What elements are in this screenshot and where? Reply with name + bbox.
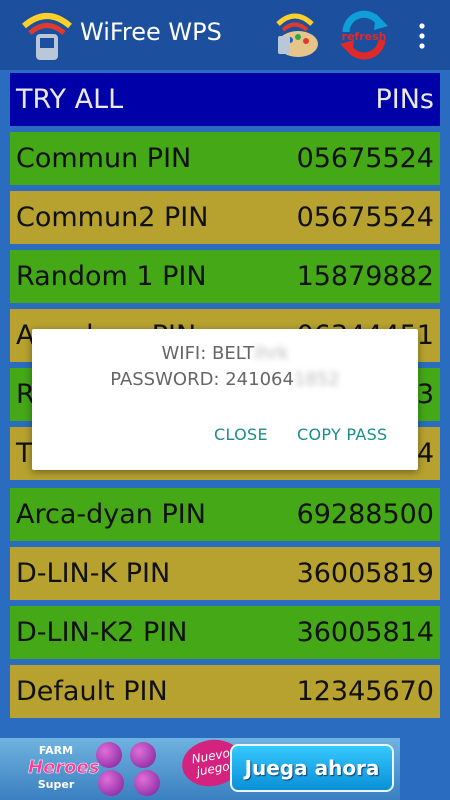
pin-row[interactable]: Commun PIN 05675524 xyxy=(10,132,440,185)
fruit-icon xyxy=(98,770,124,796)
pin-value: 36005814 xyxy=(296,617,434,648)
fruit-icon xyxy=(130,742,156,768)
palette-icon[interactable] xyxy=(270,10,320,60)
ad-logo: FARM Heroes Super xyxy=(28,744,100,794)
action-bar: WiFree WPS refresh xyxy=(0,0,450,70)
pin-name: Arca-dyan PIN xyxy=(16,499,206,530)
pin-value: 15879882 xyxy=(296,261,434,292)
password-dialog: WIFI: BELTihrk PASSWORD: 2410641852 CLOS… xyxy=(32,329,418,470)
pin-row[interactable]: Commun2 PIN 05675524 xyxy=(10,191,440,244)
pin-value: 05675524 xyxy=(296,143,434,174)
try-all-button[interactable]: TRY ALL PINs xyxy=(10,73,440,126)
ad-play-button[interactable]: Juega ahora xyxy=(230,744,394,792)
ad-spacer xyxy=(400,738,450,800)
password-text: PASSWORD: 241064 xyxy=(110,369,294,390)
pin-row[interactable]: D-LIN-K PIN 36005819 xyxy=(10,547,440,600)
copy-pass-button[interactable]: COPY PASS xyxy=(297,425,388,444)
refresh-button[interactable]: refresh xyxy=(338,10,390,60)
pin-name: Random 1 PIN xyxy=(16,261,207,292)
pin-row[interactable]: Arca-dyan PIN 69288500 xyxy=(10,488,440,541)
pin-row[interactable]: D-LIN-K2 PIN 36005814 xyxy=(10,606,440,659)
ad-logo-top: FARM xyxy=(38,744,74,757)
pin-row[interactable]: Random 1 PIN 15879882 xyxy=(10,250,440,303)
pin-name: Commun2 PIN xyxy=(16,202,209,233)
password-line: PASSWORD: 2410641852 xyxy=(32,369,418,390)
close-button[interactable]: CLOSE xyxy=(214,425,268,444)
overflow-menu-icon[interactable] xyxy=(412,20,432,52)
refresh-label: refresh xyxy=(342,30,387,43)
wifi-line: WIFI: BELTihrk xyxy=(32,343,418,364)
ad-logo-mid: Heroes xyxy=(28,757,100,779)
fruit-icon xyxy=(96,742,122,768)
pin-value: 3 xyxy=(416,379,434,410)
refresh-icon: refresh xyxy=(340,10,388,60)
pin-value: 4 xyxy=(416,438,434,469)
pin-value: 69288500 xyxy=(296,499,434,530)
pin-name: T xyxy=(16,438,33,469)
wifi-wps-icon[interactable] xyxy=(18,6,76,64)
pin-value: 12345670 xyxy=(296,676,434,707)
pin-name: D-LIN-K2 PIN xyxy=(16,617,188,648)
pin-value: 05675524 xyxy=(296,202,434,233)
pin-name: Commun PIN xyxy=(16,143,192,174)
pins-label: PINs xyxy=(375,84,434,115)
pin-name: D-LIN-K PIN xyxy=(16,558,171,589)
ad-logo-bottom: Super xyxy=(37,778,75,791)
pin-row[interactable]: Default PIN 12345670 xyxy=(10,665,440,718)
app-title: WiFree WPS xyxy=(80,18,222,46)
wifi-redacted: ihrk xyxy=(254,343,289,364)
pin-name: Default PIN xyxy=(16,676,168,707)
try-all-label: TRY ALL xyxy=(16,84,124,115)
pin-value: 36005819 xyxy=(296,558,434,589)
wifi-text: WIFI: BELT xyxy=(161,343,255,364)
password-redacted: 1852 xyxy=(293,369,340,390)
fruit-icon xyxy=(134,770,160,796)
